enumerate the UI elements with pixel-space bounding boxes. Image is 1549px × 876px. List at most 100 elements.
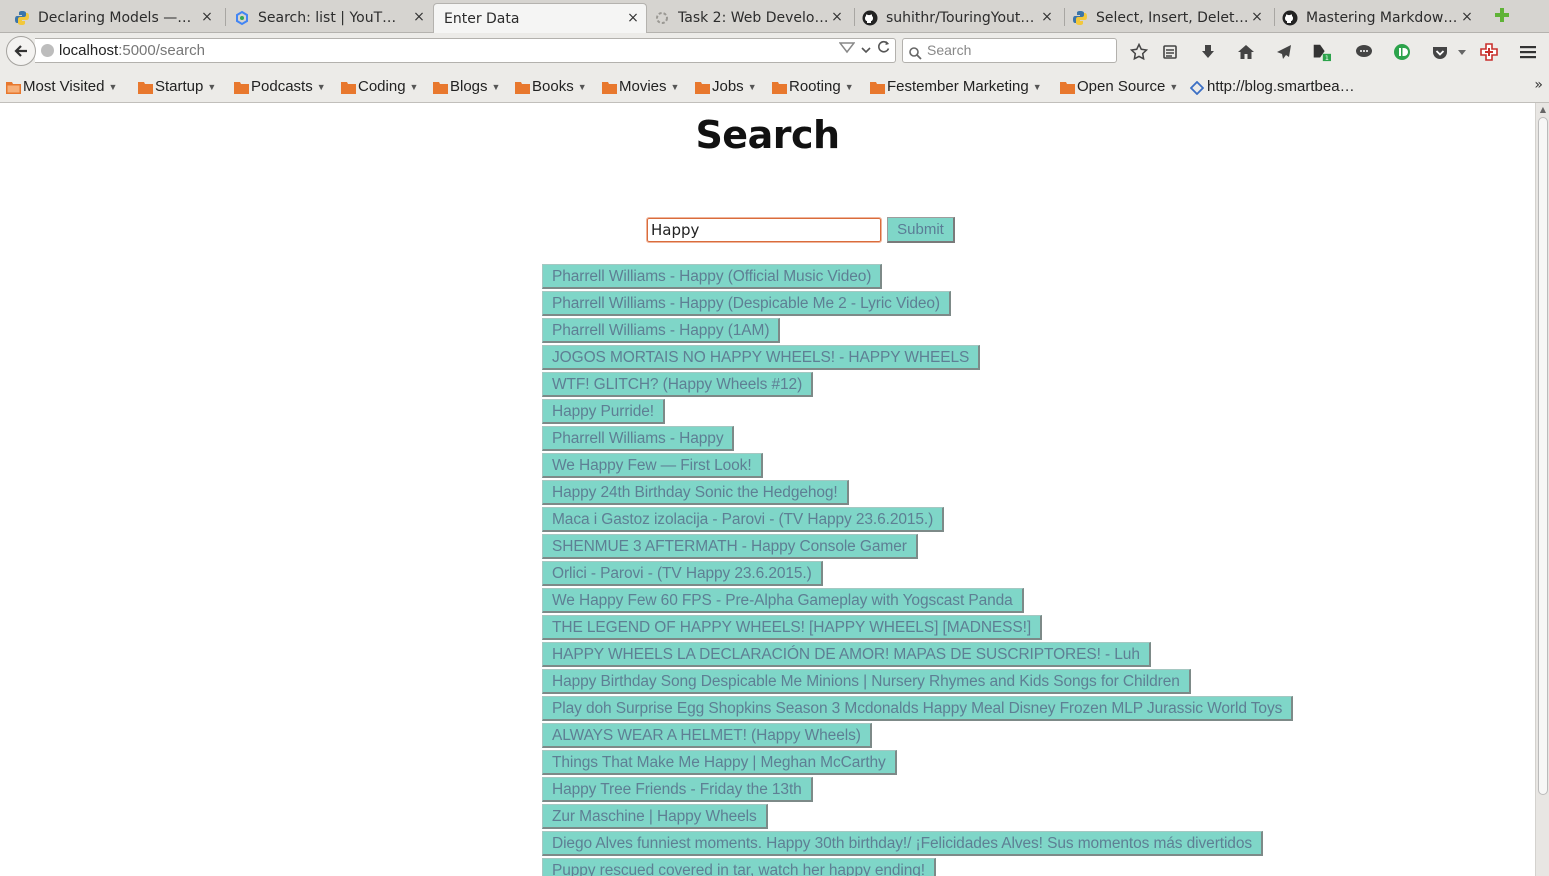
tab-2[interactable]: Enter Data × bbox=[433, 3, 647, 33]
bookmark-blogs[interactable]: Blogs ▼ bbox=[433, 78, 500, 95]
result-row: Puppy rescued covered in tar, watch her … bbox=[542, 858, 1442, 876]
bookmark-movies[interactable]: Movies ▼ bbox=[602, 78, 679, 95]
search-placeholder: Search bbox=[927, 42, 972, 58]
bookmarks-menu-icon[interactable] bbox=[1160, 42, 1180, 62]
result-item-button[interactable]: WTF! GLITCH? (Happy Wheels #12) bbox=[542, 372, 814, 397]
result-item-button[interactable]: Happy 24th Birthday Sonic the Hedgehog! bbox=[542, 480, 849, 505]
loading-icon bbox=[654, 10, 670, 26]
reload-icon[interactable] bbox=[877, 39, 891, 62]
bookmark-most-visited[interactable]: Most Visited ▼ bbox=[6, 78, 117, 95]
tab-6[interactable]: Mastering Markdow… × bbox=[1282, 3, 1480, 33]
vertical-scrollbar[interactable]: ▲ bbox=[1535, 103, 1549, 876]
bookmark-rooting[interactable]: Rooting ▼ bbox=[772, 78, 854, 95]
tab-separator bbox=[225, 8, 226, 26]
google-apis-icon bbox=[234, 10, 250, 26]
close-icon[interactable]: × bbox=[626, 10, 640, 26]
tab-5[interactable]: Select, Insert, Delet… × bbox=[1072, 3, 1270, 33]
result-item-button[interactable]: We Happy Few 60 FPS - Pre-Alpha Gameplay… bbox=[542, 588, 1024, 613]
site-identity-icon[interactable] bbox=[41, 44, 54, 57]
bookmark-podcasts[interactable]: Podcasts ▼ bbox=[234, 78, 326, 95]
result-row: We Happy Few 60 FPS - Pre-Alpha Gameplay… bbox=[542, 588, 1442, 615]
result-item-button[interactable]: Pharrell Williams - Happy (1AM) bbox=[542, 318, 781, 343]
addon-plus-icon[interactable] bbox=[1479, 42, 1499, 62]
result-item-button[interactable]: HAPPY WHEELS LA DECLARACIÓN DE AMOR! MAP… bbox=[542, 642, 1151, 667]
back-button[interactable] bbox=[6, 36, 36, 66]
tab-separator bbox=[1274, 8, 1275, 26]
search-input[interactable] bbox=[646, 217, 882, 243]
pushbullet-icon[interactable] bbox=[1392, 42, 1412, 62]
send-icon[interactable] bbox=[1274, 42, 1294, 62]
chat-icon[interactable] bbox=[1354, 42, 1374, 62]
result-item-button[interactable]: Things That Make Me Happy | Meghan McCar… bbox=[542, 750, 897, 775]
result-row: ALWAYS WEAR A HELMET! (Happy Wheels) bbox=[542, 723, 1442, 750]
close-icon[interactable]: × bbox=[1250, 9, 1264, 25]
bookmark-smartbear-link[interactable]: http://blog.smartbea… bbox=[1189, 78, 1355, 95]
result-item-button[interactable]: Play doh Surprise Egg Shopkins Season 3 … bbox=[542, 696, 1294, 721]
extension-icon[interactable]: 1 bbox=[1311, 42, 1331, 62]
url-bar[interactable]: localhost:5000/search bbox=[35, 38, 896, 63]
pocket-icon[interactable] bbox=[1430, 42, 1450, 62]
result-row: Pharrell Williams - Happy (1AM) bbox=[542, 318, 1442, 345]
result-row: Things That Make Me Happy | Meghan McCar… bbox=[542, 750, 1442, 777]
result-item-button[interactable]: JOGOS MORTAIS NO HAPPY WHEELS! - HAPPY W… bbox=[542, 345, 981, 370]
close-icon[interactable]: × bbox=[200, 9, 214, 25]
tab-1[interactable]: Search: list | YouT… × bbox=[234, 3, 432, 33]
bookmark-coding[interactable]: Coding ▼ bbox=[341, 78, 418, 95]
python-icon bbox=[14, 10, 30, 26]
result-row: Pharrell Williams - Happy (Despicable Me… bbox=[542, 291, 1442, 318]
tab-4[interactable]: suhithr/TouringYout… × bbox=[862, 3, 1060, 33]
search-bar[interactable]: Search bbox=[902, 38, 1117, 63]
bookmark-open-source[interactable]: Open Source ▼ bbox=[1060, 78, 1178, 95]
close-icon[interactable]: × bbox=[830, 9, 844, 25]
submit-button[interactable]: Submit bbox=[887, 217, 955, 243]
reader-mode-icon[interactable] bbox=[838, 39, 856, 62]
result-item-button[interactable]: Maca i Gastoz izolacija - Parovi - (TV H… bbox=[542, 507, 945, 532]
tab-separator bbox=[1064, 8, 1065, 26]
result-row: Pharrell Williams - Happy (Official Musi… bbox=[542, 264, 1442, 291]
scroll-up-arrow-icon[interactable]: ▲ bbox=[1538, 105, 1548, 115]
hamburger-menu-icon[interactable] bbox=[1518, 42, 1538, 62]
result-item-button[interactable]: Diego Alves funniest moments. Happy 30th… bbox=[542, 831, 1263, 856]
bookmark-books[interactable]: Books ▼ bbox=[515, 78, 587, 95]
bookmark-startup[interactable]: Startup ▼ bbox=[138, 78, 216, 95]
chevron-down-icon[interactable] bbox=[861, 39, 871, 62]
new-tab-plus-icon[interactable] bbox=[1493, 6, 1511, 24]
close-icon[interactable]: × bbox=[1460, 9, 1474, 25]
bookmark-festember-marketing[interactable]: Festember Marketing ▼ bbox=[870, 78, 1042, 95]
home-icon[interactable] bbox=[1236, 42, 1256, 62]
result-item-button[interactable]: THE LEGEND OF HAPPY WHEELS! [HAPPY WHEEL… bbox=[542, 615, 1043, 640]
chevron-right-double-icon[interactable]: » bbox=[1534, 77, 1543, 93]
bookmarks-toolbar: Most Visited ▼ Startup ▼ Podcasts ▼ Coding ▼… bbox=[0, 69, 1549, 103]
result-item-button[interactable]: Pharrell Williams - Happy bbox=[542, 426, 735, 451]
result-item-button[interactable]: Puppy rescued covered in tar, watch her … bbox=[542, 858, 936, 876]
tab-title: Select, Insert, Delet… bbox=[1096, 10, 1249, 26]
tab-3[interactable]: Task 2: Web Develo… × bbox=[654, 3, 850, 33]
result-item-button[interactable]: Orlici - Parovi - (TV Happy 23.6.2015.) bbox=[542, 561, 823, 586]
result-item-button[interactable]: ALWAYS WEAR A HELMET! (Happy Wheels) bbox=[542, 723, 872, 748]
page-title: Search bbox=[695, 113, 840, 157]
close-icon[interactable]: × bbox=[1040, 9, 1054, 25]
close-icon[interactable]: × bbox=[412, 9, 426, 25]
result-item-button[interactable]: Happy Purride! bbox=[542, 399, 665, 424]
github-icon bbox=[1282, 10, 1298, 26]
result-row: WTF! GLITCH? (Happy Wheels #12) bbox=[542, 372, 1442, 399]
result-row: Pharrell Williams - Happy bbox=[542, 426, 1442, 453]
scrollbar-thumb[interactable] bbox=[1538, 117, 1548, 795]
result-item-button[interactable]: Happy Tree Friends - Friday the 13th bbox=[542, 777, 813, 802]
bookmark-star-icon[interactable] bbox=[1129, 42, 1149, 62]
result-row: THE LEGEND OF HAPPY WHEELS! [HAPPY WHEEL… bbox=[542, 615, 1442, 642]
result-item-button[interactable]: Pharrell Williams - Happy (Official Musi… bbox=[542, 264, 883, 289]
result-item-button[interactable]: Pharrell Williams - Happy (Despicable Me… bbox=[542, 291, 951, 316]
bookmark-label: Rooting bbox=[789, 78, 841, 95]
bookmark-label: Blogs bbox=[450, 78, 488, 95]
result-row: SHENMUE 3 AFTERMATH - Happy Console Game… bbox=[542, 534, 1442, 561]
chevron-down-icon[interactable] bbox=[1452, 42, 1472, 62]
tab-0[interactable]: Declaring Models —… × bbox=[14, 3, 220, 33]
bookmark-jobs[interactable]: Jobs ▼ bbox=[695, 78, 757, 95]
result-item-button[interactable]: Zur Maschine | Happy Wheels bbox=[542, 804, 768, 829]
result-item-button[interactable]: SHENMUE 3 AFTERMATH - Happy Console Game… bbox=[542, 534, 918, 559]
result-item-button[interactable]: Happy Birthday Song Despicable Me Minion… bbox=[542, 669, 1191, 694]
downloads-icon[interactable] bbox=[1198, 42, 1218, 62]
result-item-button[interactable]: We Happy Few — First Look! bbox=[542, 453, 763, 478]
result-row: We Happy Few — First Look! bbox=[542, 453, 1442, 480]
